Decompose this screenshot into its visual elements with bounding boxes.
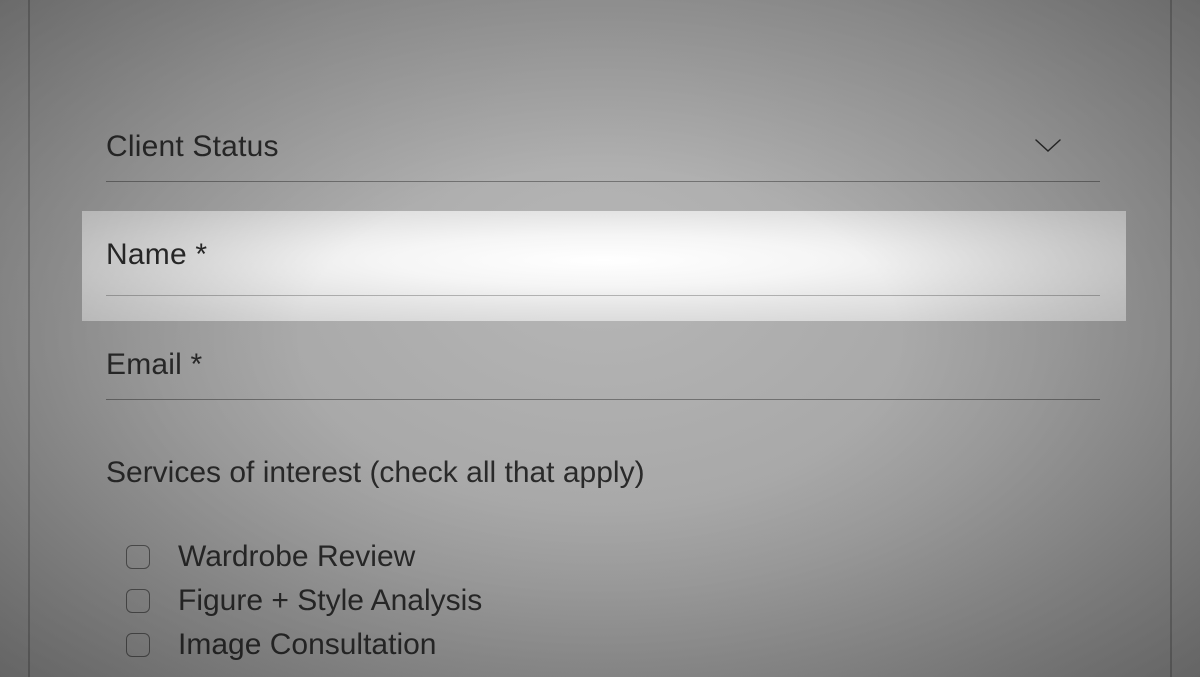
services-label: Services of interest (check all that app… — [106, 456, 1100, 490]
email-field[interactable]: Email * — [106, 348, 1100, 400]
page-edge-left — [28, 0, 30, 677]
checkbox-label: Image Consultation — [178, 628, 437, 662]
checkbox-label: Wardrobe Review — [178, 540, 415, 574]
service-option-wardrobe-review[interactable]: Wardrobe Review — [106, 540, 1100, 574]
page-edge-right — [1170, 0, 1172, 677]
checkbox-icon[interactable] — [126, 633, 150, 657]
checkbox-label: Figure + Style Analysis — [178, 584, 482, 618]
form-page: Client Status Name * Email * Services of… — [0, 0, 1200, 677]
name-field[interactable]: Name * — [106, 238, 1100, 296]
services-section: Services of interest (check all that app… — [106, 456, 1100, 672]
checkbox-icon[interactable] — [126, 545, 150, 569]
service-option-figure-style-analysis[interactable]: Figure + Style Analysis — [106, 584, 1100, 618]
service-option-image-consultation[interactable]: Image Consultation — [106, 628, 1100, 662]
checkbox-icon[interactable] — [126, 589, 150, 613]
client-status-field[interactable]: Client Status — [106, 130, 1100, 182]
